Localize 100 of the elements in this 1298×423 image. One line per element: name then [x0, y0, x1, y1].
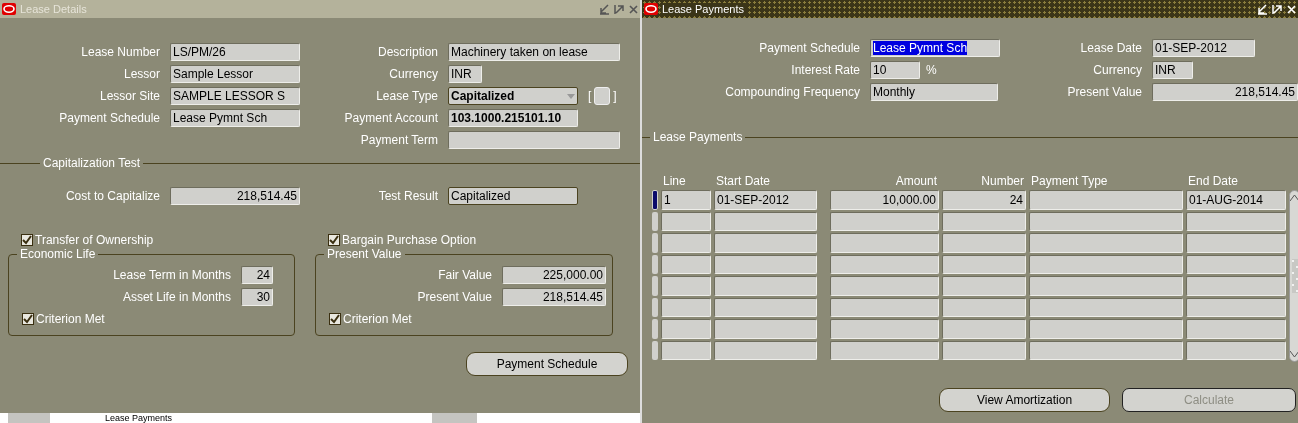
input-field[interactable]: 30 [241, 288, 273, 306]
table-cell[interactable] [1186, 211, 1286, 231]
table-cell[interactable] [1029, 297, 1183, 317]
table-cell[interactable] [830, 319, 939, 339]
table-cell[interactable]: 10,000.00 [830, 190, 939, 210]
scrollbar[interactable] [1289, 190, 1298, 362]
row-indicator[interactable] [652, 190, 658, 210]
table-cell[interactable] [830, 233, 939, 253]
table-cell[interactable] [661, 297, 711, 317]
strip-block [432, 413, 478, 423]
table-cell[interactable] [714, 297, 817, 317]
checkbox[interactable] [328, 234, 340, 246]
table-cell[interactable] [942, 254, 1026, 274]
table-cell[interactable] [1186, 297, 1286, 317]
field-label: Description [376, 45, 438, 59]
table-cell[interactable] [661, 340, 711, 360]
table-cell[interactable] [1029, 276, 1183, 296]
field-label: Lessor [122, 67, 160, 81]
flexfield-button[interactable] [594, 87, 611, 105]
table-cell[interactable] [1186, 340, 1286, 360]
section-title: Capitalization Test [42, 156, 142, 170]
table-cell[interactable] [1029, 211, 1183, 231]
input-field[interactable]: Lease Pymnt Sch [870, 39, 1000, 57]
field-label: Compounding Frequency [724, 85, 860, 99]
table-cell[interactable] [942, 276, 1026, 296]
table-cell[interactable] [1029, 190, 1183, 210]
table-cell[interactable] [714, 319, 817, 339]
table-cell[interactable]: 01-SEP-2012 [714, 190, 817, 210]
field-label: Payment Schedule [758, 41, 860, 55]
input-field[interactable]: 218,514.45 [502, 288, 606, 306]
table-cell[interactable] [830, 276, 939, 296]
table-cell[interactable] [1186, 319, 1286, 339]
table-cell[interactable] [1029, 319, 1183, 339]
input-field[interactable]: SAMPLE LESSOR S [170, 87, 300, 105]
table-cell[interactable] [661, 276, 711, 296]
input-field[interactable]: 225,000.00 [502, 266, 606, 284]
field-label: Asset Life in Months [121, 290, 231, 304]
table-cell[interactable] [714, 340, 817, 360]
table-cell[interactable] [942, 233, 1026, 253]
table-cell[interactable] [1186, 254, 1286, 274]
input-field[interactable]: INR [1152, 61, 1193, 79]
field-label: Payment Schedule [58, 111, 160, 125]
field-label: Lease Number [80, 45, 160, 59]
input-field[interactable]: Machinery taken on lease [448, 43, 620, 61]
checkbox[interactable] [329, 313, 341, 325]
input-field[interactable]: Sample Lessor [170, 65, 300, 83]
checkbox[interactable] [21, 234, 33, 246]
table-cell[interactable] [1186, 276, 1286, 296]
table-cell[interactable] [830, 254, 939, 274]
input-field[interactable]: 218,514.45 [170, 187, 300, 205]
table-cell[interactable] [1029, 233, 1183, 253]
input-field[interactable]: INR [448, 65, 482, 83]
table-cell[interactable] [942, 211, 1026, 231]
table-cell[interactable] [830, 211, 939, 231]
table-cell[interactable] [942, 319, 1026, 339]
input-field[interactable]: Monthly [870, 83, 998, 101]
bracket-text: [ [588, 89, 592, 103]
input-field[interactable]: 01-SEP-2012 [1152, 39, 1255, 57]
table-cell[interactable] [1186, 233, 1286, 253]
field-label: Currency [1092, 63, 1142, 77]
table-cell[interactable] [661, 233, 711, 253]
table-cell[interactable] [942, 340, 1026, 360]
input-field[interactable]: Lease Pymnt Sch [170, 109, 300, 127]
table-cell[interactable] [830, 340, 939, 360]
input-field[interactable] [448, 131, 620, 149]
table-cell[interactable] [661, 319, 711, 339]
input-field[interactable]: 10 [870, 61, 920, 79]
app-logo-icon [2, 3, 16, 15]
table-cell[interactable] [714, 276, 817, 296]
table-cell[interactable] [661, 211, 711, 231]
input-field[interactable]: 24 [241, 266, 273, 284]
input-field[interactable]: LS/PM/26 [170, 43, 300, 61]
input-field[interactable]: 218,514.45 [1152, 83, 1298, 101]
field-label: Cost to Capitalize [64, 189, 160, 203]
field-label: Lessor Site [98, 89, 160, 103]
view-amortization-button[interactable]: View Amortization [939, 388, 1110, 412]
checkbox-label: Bargain Purchase Option [342, 233, 477, 247]
dropdown[interactable]: Capitalized [448, 87, 578, 105]
input-field[interactable]: 103.1000.215101.10 [448, 109, 578, 127]
table-cell[interactable] [714, 211, 817, 231]
column-header: End Date [1187, 174, 1240, 188]
field-label: Lease Term in Months [112, 268, 231, 282]
field-label: Fair Value [437, 268, 492, 282]
group-title: Economic Life [17, 247, 99, 261]
table-cell[interactable] [942, 297, 1026, 317]
input-field[interactable]: Capitalized [448, 187, 578, 205]
table-cell[interactable]: 1 [661, 190, 711, 210]
app-logo-icon [644, 3, 658, 15]
dropdown-arrow-icon [567, 93, 575, 99]
table-cell[interactable] [661, 254, 711, 274]
table-cell[interactable] [714, 254, 817, 274]
column-header: Start Date [715, 174, 772, 188]
table-cell[interactable] [830, 297, 939, 317]
table-cell[interactable]: 01-AUG-2014 [1186, 190, 1286, 210]
payment-schedule-button[interactable]: Payment Schedule [466, 352, 628, 376]
table-cell[interactable] [1029, 340, 1183, 360]
table-cell[interactable]: 24 [942, 190, 1026, 210]
checkbox[interactable] [22, 313, 34, 325]
table-cell[interactable] [1029, 254, 1183, 274]
table-cell[interactable] [714, 233, 817, 253]
